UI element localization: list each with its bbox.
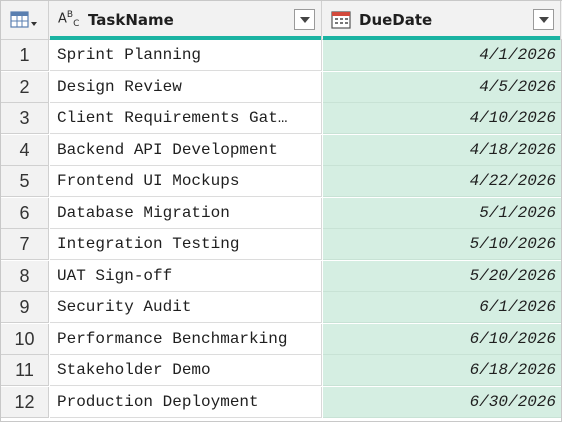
cell-duedate[interactable]: 6/18/2026 <box>323 355 561 386</box>
table-row[interactable]: 12 Production Deployment 6/30/2026 <box>1 386 562 418</box>
row-number[interactable]: 1 <box>1 40 49 71</box>
row-number[interactable]: 2 <box>1 71 49 103</box>
cell-duedate[interactable]: 6/30/2026 <box>323 386 561 418</box>
row-number[interactable]: 3 <box>1 103 49 134</box>
column-header-taskname[interactable]: ABC TaskName <box>50 1 322 40</box>
row-number[interactable]: 6 <box>1 197 49 229</box>
row-number[interactable]: 7 <box>1 229 49 260</box>
cell-duedate[interactable]: 4/5/2026 <box>323 71 561 103</box>
filter-dropdown-button[interactable] <box>533 9 554 30</box>
text-type-icon[interactable]: ABC <box>58 10 79 29</box>
cell-duedate[interactable]: 5/1/2026 <box>323 197 561 229</box>
table-row[interactable]: 11 Stakeholder Demo 6/18/2026 <box>1 355 562 386</box>
cell-taskname[interactable]: Integration Testing <box>50 229 322 260</box>
cell-duedate[interactable]: 5/10/2026 <box>323 229 561 260</box>
table-row[interactable]: 5 Frontend UI Mockups 4/22/2026 <box>1 166 562 197</box>
row-number[interactable]: 11 <box>1 355 49 386</box>
chevron-down-icon <box>539 17 549 23</box>
cell-duedate[interactable]: 4/18/2026 <box>323 134 561 166</box>
table-row[interactable]: 4 Backend API Development 4/18/2026 <box>1 134 562 166</box>
table-row[interactable]: 8 UAT Sign-off 5/20/2026 <box>1 260 562 292</box>
cell-taskname[interactable]: Production Deployment <box>50 386 322 418</box>
table-row[interactable]: 9 Security Audit 6/1/2026 <box>1 292 562 323</box>
column-header-label: TaskName <box>88 11 174 29</box>
cell-duedate[interactable]: 5/20/2026 <box>323 260 561 292</box>
column-header-duedate[interactable]: DueDate <box>323 1 561 40</box>
cell-duedate[interactable]: 4/1/2026 <box>323 40 561 71</box>
cell-taskname[interactable]: Frontend UI Mockups <box>50 166 322 197</box>
row-number[interactable]: 8 <box>1 260 49 292</box>
grid-header: ABC TaskName DueDate <box>1 1 562 40</box>
cell-duedate[interactable]: 6/1/2026 <box>323 292 561 323</box>
cell-taskname[interactable]: Backend API Development <box>50 134 322 166</box>
cell-taskname[interactable]: Client Requirements Gat… <box>50 103 322 134</box>
data-preview-grid: ABC TaskName DueDate 1 Sprint Planning 4… <box>0 0 562 422</box>
cell-taskname[interactable]: Design Review <box>50 71 322 103</box>
table-row[interactable]: 1 Sprint Planning 4/1/2026 <box>1 40 562 71</box>
cell-taskname[interactable]: UAT Sign-off <box>50 260 322 292</box>
row-number[interactable]: 10 <box>1 323 49 355</box>
cell-duedate[interactable]: 4/10/2026 <box>323 103 561 134</box>
table-row[interactable]: 6 Database Migration 5/1/2026 <box>1 197 562 229</box>
table-row[interactable]: 3 Client Requirements Gat… 4/10/2026 <box>1 103 562 134</box>
table-row[interactable]: 7 Integration Testing 5/10/2026 <box>1 229 562 260</box>
column-header-label: DueDate <box>359 11 433 29</box>
table-row[interactable]: 2 Design Review 4/5/2026 <box>1 71 562 103</box>
cell-taskname[interactable]: Stakeholder Demo <box>50 355 322 386</box>
table-row[interactable]: 10 Performance Benchmarking 6/10/2026 <box>1 323 562 355</box>
cell-duedate[interactable]: 4/22/2026 <box>323 166 561 197</box>
cell-taskname[interactable]: Database Migration <box>50 197 322 229</box>
row-number[interactable]: 12 <box>1 386 49 418</box>
filter-dropdown-button[interactable] <box>294 9 315 30</box>
row-number[interactable]: 9 <box>1 292 49 323</box>
cell-taskname[interactable]: Sprint Planning <box>50 40 322 71</box>
row-number[interactable]: 5 <box>1 166 49 197</box>
chevron-down-icon <box>300 17 310 23</box>
row-number[interactable]: 4 <box>1 134 49 166</box>
cell-duedate[interactable]: 6/10/2026 <box>323 323 561 355</box>
cell-taskname[interactable]: Security Audit <box>50 292 322 323</box>
table-menu-button[interactable] <box>1 1 49 40</box>
cell-taskname[interactable]: Performance Benchmarking <box>50 323 322 355</box>
